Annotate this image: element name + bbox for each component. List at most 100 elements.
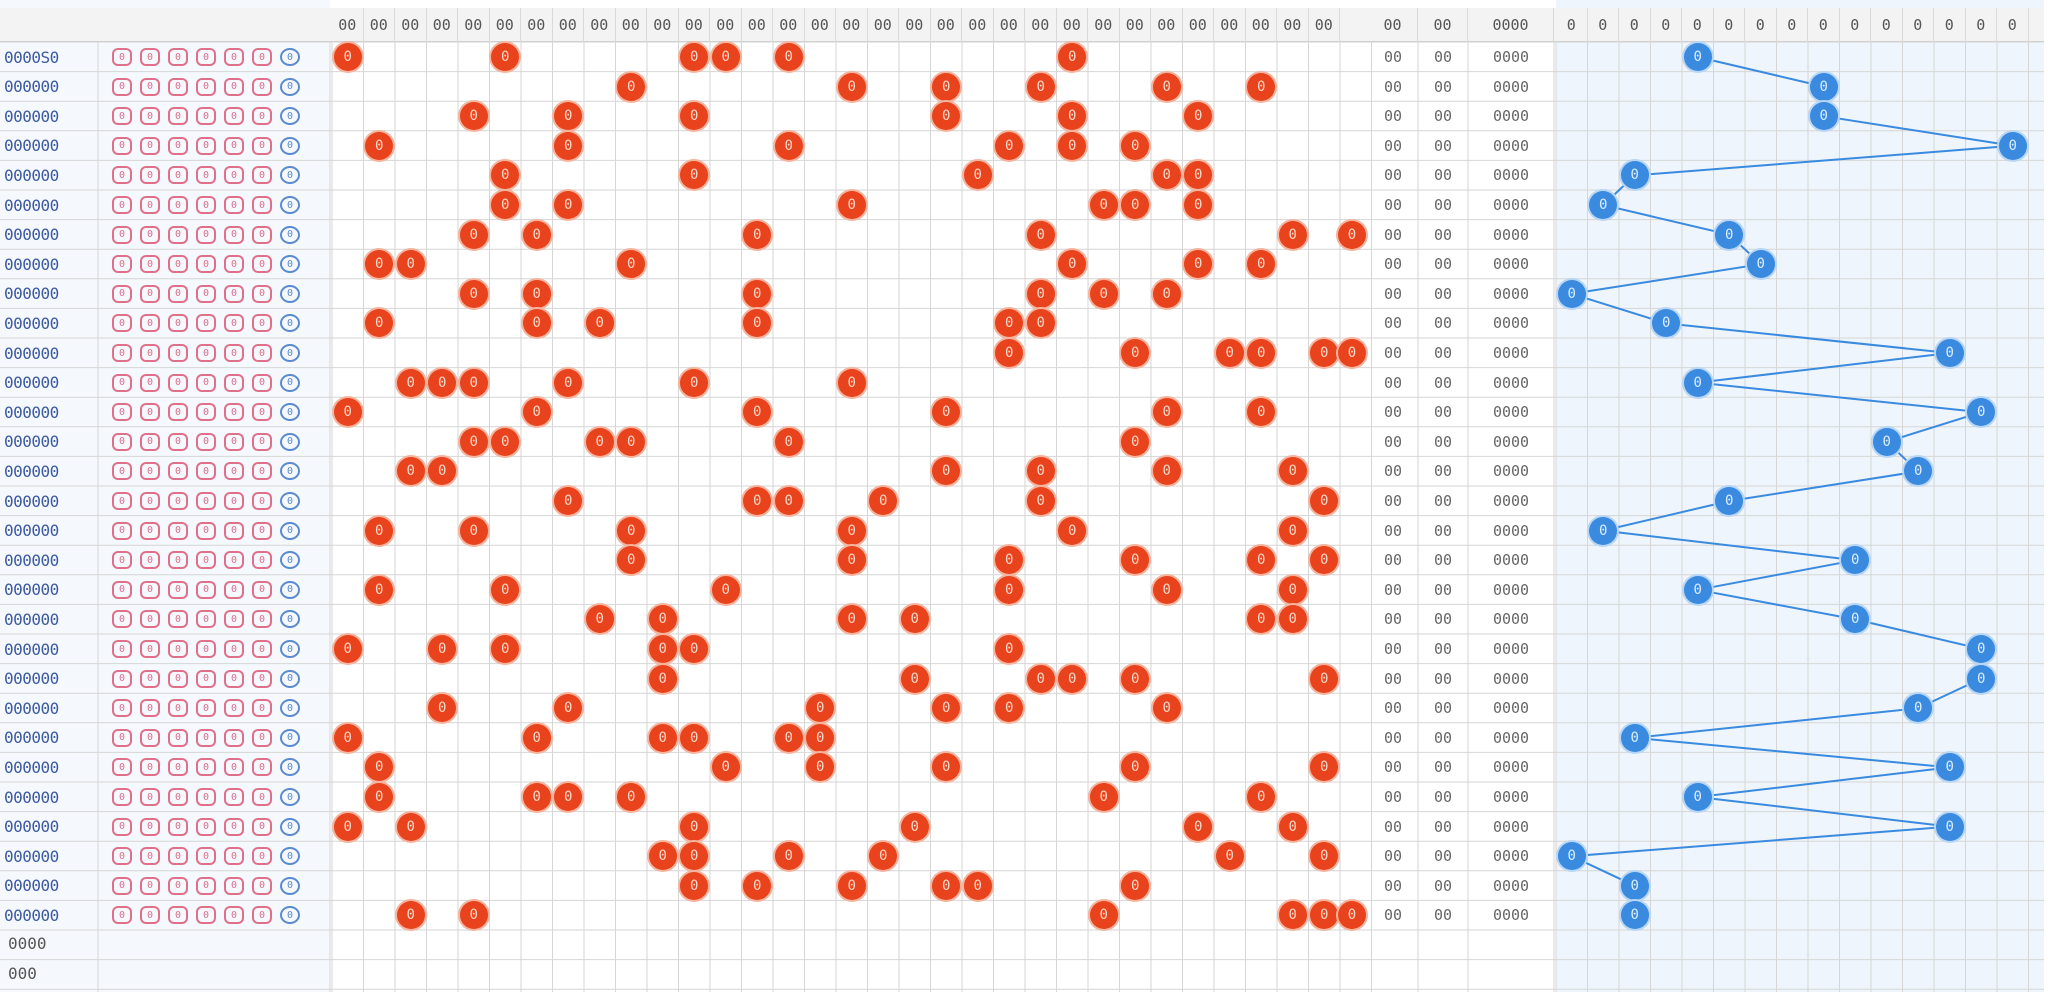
draw-issue-label[interactable]: 000000: [4, 516, 96, 546]
red-ball[interactable]: 0: [648, 664, 677, 693]
red-ball[interactable]: 0: [585, 427, 614, 456]
red-ball[interactable]: 0: [837, 191, 866, 219]
draw-issue-label[interactable]: 000000: [4, 72, 96, 102]
red-ball[interactable]: 0: [365, 131, 394, 160]
red-column-header[interactable]: 00: [458, 8, 490, 42]
blue-ball[interactable]: 0: [1935, 339, 1964, 367]
red-column-header[interactable]: 00: [521, 8, 553, 42]
red-ball[interactable]: 0: [806, 723, 835, 752]
red-ball[interactable]: 0: [1310, 664, 1339, 693]
red-ball[interactable]: 0: [774, 842, 803, 871]
draw-issue-label[interactable]: 000000: [4, 693, 96, 723]
draw-issue-label[interactable]: 000000: [4, 190, 96, 220]
red-column-header[interactable]: 00: [742, 8, 773, 42]
red-column-header[interactable]: 00: [395, 8, 427, 42]
red-column-header[interactable]: 00: [679, 8, 710, 42]
red-column-header[interactable]: 00: [427, 8, 458, 42]
draw-issue-label[interactable]: 000000: [4, 604, 96, 634]
red-ball[interactable]: 0: [900, 664, 929, 693]
red-ball[interactable]: 0: [1152, 398, 1181, 427]
red-ball[interactable]: 0: [1026, 309, 1055, 338]
red-ball[interactable]: 0: [585, 309, 614, 338]
red-ball[interactable]: 0: [1121, 131, 1150, 160]
draw-issue-label[interactable]: 000000: [4, 782, 96, 812]
draw-issue-label[interactable]: 000000: [4, 456, 96, 486]
red-ball[interactable]: 0: [648, 842, 677, 871]
blue-ball[interactable]: 0: [1620, 871, 1649, 900]
red-ball[interactable]: 0: [680, 871, 709, 900]
red-ball[interactable]: 0: [995, 575, 1024, 604]
blue-ball[interactable]: 0: [1809, 72, 1838, 101]
draw-issue-label[interactable]: 000000: [4, 101, 96, 131]
red-ball[interactable]: 0: [333, 635, 362, 663]
red-ball[interactable]: 0: [1247, 72, 1276, 101]
red-column-header[interactable]: 00: [616, 8, 647, 42]
draw-issue-label[interactable]: 000000: [4, 752, 96, 782]
red-column-header[interactable]: 00: [1246, 8, 1277, 42]
red-ball[interactable]: 0: [900, 812, 929, 841]
red-ball[interactable]: 0: [1278, 220, 1307, 249]
red-ball[interactable]: 0: [396, 457, 425, 486]
red-ball[interactable]: 0: [774, 43, 803, 71]
red-ball[interactable]: 0: [1278, 901, 1307, 930]
draw-issue-label[interactable]: 000000: [4, 723, 96, 753]
red-ball[interactable]: 0: [1278, 575, 1307, 604]
red-ball[interactable]: 0: [711, 43, 740, 71]
draw-issue-label[interactable]: 0000S0: [4, 42, 96, 72]
red-ball[interactable]: 0: [522, 279, 551, 308]
blue-ball[interactable]: 0: [1872, 427, 1901, 456]
blue-column-header[interactable]: 0: [1745, 8, 1777, 42]
draw-issue-label[interactable]: 000000: [4, 249, 96, 279]
red-ball[interactable]: 0: [522, 220, 551, 249]
draw-issue-label[interactable]: 000000: [4, 368, 96, 398]
red-ball[interactable]: 0: [459, 516, 488, 545]
red-ball[interactable]: 0: [1152, 694, 1181, 723]
draw-issue-label[interactable]: 000000: [4, 634, 96, 664]
red-ball[interactable]: 0: [837, 516, 866, 545]
blue-column-header[interactable]: 0: [1934, 8, 1966, 42]
red-ball[interactable]: 0: [1215, 842, 1244, 871]
red-ball[interactable]: 0: [774, 723, 803, 752]
red-column-header[interactable]: 00: [647, 8, 679, 42]
draw-issue-label[interactable]: 000000: [4, 397, 96, 427]
red-ball[interactable]: 0: [491, 575, 520, 604]
draw-issue-label[interactable]: 000000: [4, 486, 96, 516]
blue-ball[interactable]: 0: [1746, 250, 1775, 279]
red-column-header[interactable]: 00: [710, 8, 742, 42]
draw-issue-label[interactable]: 000000: [4, 160, 96, 190]
red-ball[interactable]: 0: [1089, 279, 1118, 308]
red-ball[interactable]: 0: [365, 575, 394, 604]
red-ball[interactable]: 0: [585, 605, 614, 634]
blue-ball[interactable]: 0: [1809, 102, 1838, 131]
draw-issue-label[interactable]: 000000: [4, 812, 96, 842]
blue-column-header[interactable]: 0: [1619, 8, 1651, 42]
blue-ball[interactable]: 0: [1683, 783, 1712, 811]
blue-column-header[interactable]: 0: [1556, 8, 1588, 42]
draw-issue-label[interactable]: 000000: [4, 841, 96, 871]
blue-ball[interactable]: 0: [1935, 753, 1964, 782]
red-ball[interactable]: 0: [333, 723, 362, 752]
draw-issue-label[interactable]: 000000: [4, 279, 96, 309]
blue-ball[interactable]: 0: [1557, 279, 1586, 308]
blue-ball[interactable]: 0: [1715, 220, 1744, 249]
red-ball[interactable]: 0: [617, 516, 646, 545]
red-ball[interactable]: 0: [1058, 664, 1087, 693]
stat-column-header[interactable]: 00: [1368, 8, 1418, 42]
red-ball[interactable]: 0: [1026, 487, 1055, 515]
red-ball[interactable]: 0: [428, 368, 457, 397]
red-ball[interactable]: 0: [711, 575, 740, 604]
blue-ball[interactable]: 0: [1557, 842, 1586, 871]
red-column-header[interactable]: 00: [931, 8, 962, 42]
red-ball[interactable]: 0: [963, 871, 992, 900]
red-column-header[interactable]: 00: [899, 8, 931, 42]
red-column-header[interactable]: 00: [836, 8, 868, 42]
red-ball[interactable]: 0: [774, 487, 803, 515]
draw-issue-label[interactable]: 000000: [4, 220, 96, 250]
red-ball[interactable]: 0: [365, 516, 394, 545]
draw-issue-label[interactable]: 000000: [4, 575, 96, 605]
red-ball[interactable]: 0: [1058, 131, 1087, 160]
stat-column-header[interactable]: 0000: [1468, 8, 1554, 42]
red-column-header[interactable]: 00: [994, 8, 1025, 42]
red-ball[interactable]: 0: [837, 72, 866, 101]
blue-ball[interactable]: 0: [1683, 575, 1712, 604]
